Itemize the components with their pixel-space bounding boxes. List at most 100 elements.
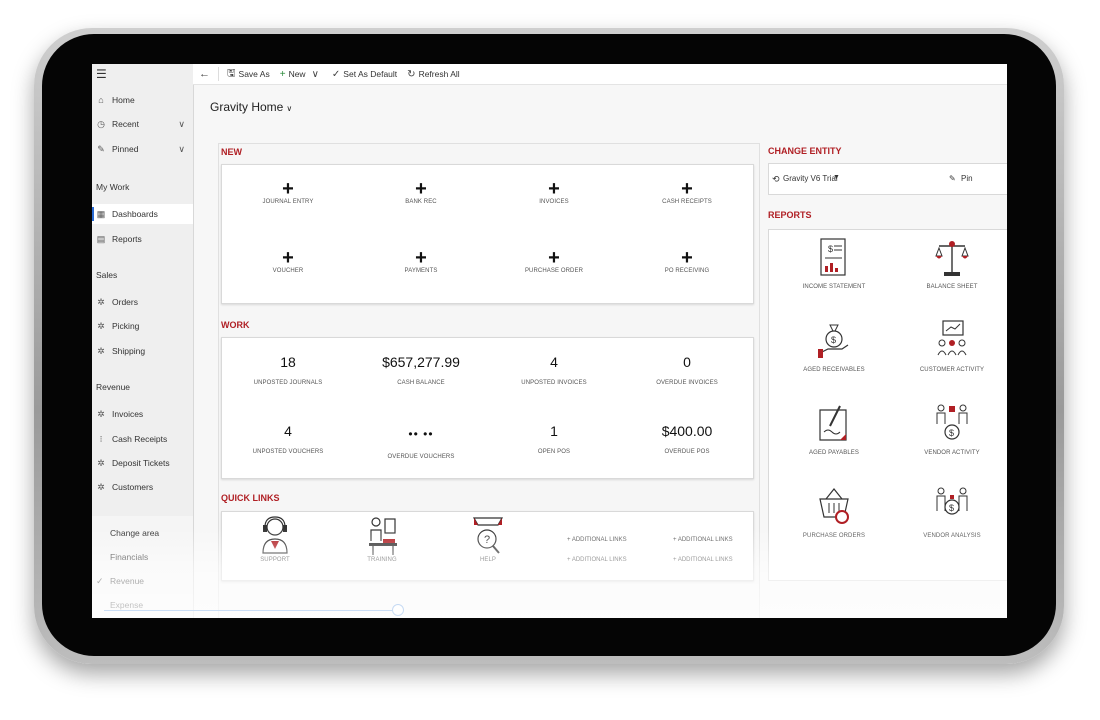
additional-links-link[interactable]: + ADDITIONAL LINKS (673, 557, 733, 563)
quick-link-support[interactable]: SUPPORT (215, 515, 335, 563)
new-tile-po-receiving[interactable]: + PO RECEIVING (627, 248, 747, 274)
set-default-label: Set As Default (343, 69, 398, 79)
sidebar-item-label: Picking (112, 321, 140, 331)
work-label: UNPOSTED VOUCHERS (252, 449, 324, 455)
sidebar-item-picking[interactable]: ✲ Picking (92, 316, 193, 336)
app-screen: ☰ ⌂ Home ◷ Recent ∨ ✎ Pinned ∨ My Work ▦… (92, 64, 1007, 618)
work-tile[interactable]: 4 UNPOSTED VOUCHERS (228, 423, 348, 455)
save-as-button[interactable]: 🖫 Save As (227, 66, 270, 83)
sidebar-item-invoices[interactable]: ✲ Invoices (92, 404, 193, 424)
report-aged-payables[interactable]: AGED PAYABLES (779, 402, 889, 456)
tile-label: JOURNAL ENTRY (262, 199, 314, 205)
work-tile[interactable]: •• •• OVERDUE VOUCHERS (361, 426, 481, 460)
report-label: AGED PAYABLES (809, 450, 859, 456)
dashboard-selector[interactable]: Gravity Home ∨ (210, 100, 292, 114)
report-label: PURCHASE ORDERS (802, 533, 866, 539)
additional-links-link[interactable]: + ADDITIONAL LINKS (673, 537, 733, 543)
hamburger-icon[interactable]: ☰ (96, 67, 107, 81)
quick-link-label: HELP (479, 557, 497, 563)
scroll-handle[interactable] (392, 604, 404, 616)
report-label: BALANCE SHEET (926, 284, 978, 290)
pin-button[interactable]: Pin (961, 174, 973, 183)
new-tile-payments[interactable]: + PAYMENTS (361, 248, 481, 274)
area-option-revenue[interactable]: Revenue (110, 576, 144, 586)
sidebar-item-cash-receipts[interactable]: ⁝ Cash Receipts (92, 429, 193, 449)
sidebar-item-label: Dashboards (112, 209, 158, 219)
sidebar-item-shipping[interactable]: ✲ Shipping (92, 341, 193, 361)
report-icon: ▤ (96, 233, 106, 244)
tile-label: PURCHASE ORDER (524, 268, 584, 274)
quick-link-training[interactable]: TRAINING (322, 515, 442, 563)
vendor-exchange-icon: $ (936, 404, 968, 440)
sidebar-item-dashboards[interactable]: ▦ Dashboards (92, 204, 193, 224)
check-icon: ✓ (96, 576, 104, 586)
report-aged-receivables[interactable]: $ AGED RECEIVABLES (779, 319, 889, 373)
work-value: 18 (280, 354, 296, 370)
sidebar-item-label: Invoices (112, 409, 144, 419)
plus-icon: + (681, 178, 693, 200)
toolbar-divider (218, 67, 219, 81)
tile-label: VOUCHER (272, 268, 304, 274)
new-tile-invoices[interactable]: + INVOICES (494, 179, 614, 205)
money-bag-hand-icon: $ (818, 324, 849, 358)
work-tile[interactable]: $657,277.99 CASH BALANCE (361, 354, 481, 386)
back-arrow-icon[interactable]: ← (199, 68, 210, 80)
sidebar-item-recent[interactable]: ◷ Recent ∨ (92, 114, 193, 134)
report-customer-activity[interactable]: CUSTOMER ACTIVITY (897, 319, 1007, 373)
additional-links-link[interactable]: + ADDITIONAL LINKS (567, 557, 627, 563)
sidebar-item-customers[interactable]: ✲ Customers (92, 477, 193, 497)
work-tile[interactable]: 4 UNPOSTED INVOICES (494, 354, 614, 386)
quick-link-help[interactable]: ? HELP (428, 515, 548, 563)
scroll-track (104, 610, 398, 611)
sidebar-item-orders[interactable]: ✲ Orders (92, 292, 193, 312)
work-tile[interactable]: 18 UNPOSTED JOURNALS (228, 354, 348, 386)
clock-icon: ◷ (97, 118, 105, 129)
new-button[interactable]: + New ∨ (280, 69, 322, 80)
work-label: OVERDUE INVOICES (656, 380, 718, 386)
sidebar-item-label: Cash Receipts (112, 434, 168, 444)
svg-text:$: $ (949, 503, 954, 513)
new-tile-cash-receipts[interactable]: + CASH RECEIPTS (627, 179, 747, 205)
work-label: UNPOSTED INVOICES (521, 380, 587, 386)
sidebar-item-reports[interactable]: ▤ Reports (92, 229, 193, 249)
gear-icon: ✲ (97, 457, 105, 468)
area-option-expense[interactable]: Expense (110, 600, 143, 610)
report-income-statement[interactable]: $ INCOME STATEMENT (779, 236, 889, 290)
report-balance-sheet[interactable]: BALANCE SHEET (897, 236, 1007, 290)
work-value: 0 (683, 354, 691, 370)
loading-indicator: •• •• (408, 427, 434, 441)
work-tile[interactable]: 1 OPEN POS (494, 423, 614, 455)
work-tile[interactable]: 0 OVERDUE INVOICES (627, 354, 747, 386)
new-tile-bank-rec[interactable]: + BANK REC (361, 179, 481, 205)
report-purchase-orders[interactable]: PURCHASE ORDERS (779, 485, 889, 539)
tile-label: PAYMENTS (404, 268, 438, 274)
refresh-all-button[interactable]: ↻ Refresh All (407, 69, 460, 80)
new-tile-journal-entry[interactable]: + JOURNAL ENTRY (228, 179, 348, 205)
report-vendor-analysis[interactable]: $ VENDOR ANALYSIS (897, 485, 1007, 539)
home-icon: ⌂ (98, 95, 104, 105)
sidebar-item-label: Deposit Tickets (112, 458, 170, 468)
additional-links-link[interactable]: + ADDITIONAL LINKS (567, 537, 627, 543)
area-option-financials[interactable]: Financials (110, 552, 148, 562)
sidebar: ☰ ⌂ Home ◷ Recent ∨ ✎ Pinned ∨ My Work ▦… (92, 64, 194, 618)
report-label: VENDOR ACTIVITY (924, 450, 980, 456)
sidebar-item-home[interactable]: ⌂ Home (92, 90, 193, 110)
set-as-default-button[interactable]: ✓ Set As Default (332, 69, 397, 80)
change-area-title[interactable]: Change area (110, 528, 159, 538)
sidebar-item-label: Orders (112, 297, 138, 307)
entity-selector[interactable]: ⟲ Gravity V6 Trial ▼ ✎ Pin (768, 163, 1007, 195)
sidebar-item-deposit-tickets[interactable]: ✲ Deposit Tickets (92, 453, 193, 473)
report-vendor-activity[interactable]: $ VENDOR ACTIVITY (897, 402, 1007, 456)
sidebar-item-pinned[interactable]: ✎ Pinned ∨ (92, 139, 193, 159)
gear-icon: ✲ (97, 296, 105, 307)
work-value: 4 (284, 423, 292, 439)
plus-icon: + (681, 247, 693, 269)
work-label: OVERDUE POS (664, 449, 710, 455)
new-tile-voucher[interactable]: + VOUCHER (228, 248, 348, 274)
new-tile-purchase-order[interactable]: + PURCHASE ORDER (494, 248, 614, 274)
gear-icon: ✲ (97, 345, 105, 356)
section-header-revenue: Revenue (96, 382, 131, 392)
section-header-my-work: My Work (96, 182, 130, 192)
work-value: 1 (550, 423, 558, 439)
work-tile[interactable]: $400.00 OVERDUE POS (627, 423, 747, 455)
